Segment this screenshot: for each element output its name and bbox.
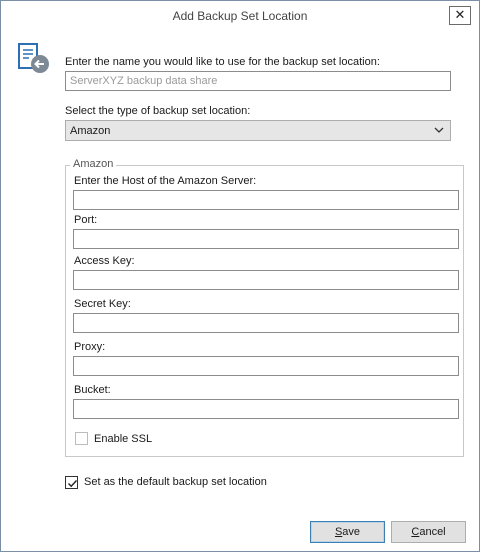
port-input[interactable]	[73, 229, 459, 249]
access-key-input[interactable]	[73, 270, 459, 290]
amazon-group-legend: Amazon	[70, 158, 117, 170]
backup-set-name-input[interactable]	[65, 71, 451, 91]
type-label: Select the type of backup set location:	[65, 105, 251, 117]
checkmark-icon	[68, 480, 78, 488]
cancel-button[interactable]: Cancel	[391, 521, 466, 543]
port-label: Port:	[74, 214, 98, 226]
dialog-title: Add Backup Set Location	[172, 9, 308, 23]
bucket-label: Bucket:	[74, 384, 111, 396]
title-bar[interactable]: Add Backup Set Location ✕	[1, 1, 479, 31]
close-button[interactable]: ✕	[449, 6, 471, 25]
secret-key-label: Secret Key:	[74, 298, 131, 310]
bucket-input[interactable]	[73, 399, 459, 419]
proxy-input[interactable]	[73, 356, 459, 376]
host-input[interactable]	[73, 190, 459, 210]
access-key-label: Access Key:	[74, 255, 135, 267]
host-label: Enter the Host of the Amazon Server:	[74, 175, 257, 187]
secret-key-input[interactable]	[73, 313, 459, 333]
default-location-label: Set as the default backup set location	[84, 476, 267, 488]
name-label: Enter the name you would like to use for…	[65, 56, 380, 68]
enable-ssl-checkbox[interactable]	[75, 432, 88, 445]
proxy-label: Proxy:	[74, 341, 106, 353]
backup-location-icon	[18, 43, 49, 73]
save-button[interactable]: Save	[310, 521, 385, 543]
location-type-value: Amazon	[70, 125, 111, 137]
chevron-down-icon	[434, 127, 444, 133]
enable-ssl-label: Enable SSL	[94, 433, 153, 445]
location-type-select[interactable]: Amazon	[65, 120, 451, 141]
cancel-button-label: ancel	[419, 526, 446, 538]
dialog-window: Add Backup Set Location ✕ Enter the name…	[0, 0, 480, 552]
close-icon: ✕	[454, 7, 466, 22]
default-location-checkbox[interactable]	[65, 476, 78, 489]
save-button-label: ave	[342, 526, 361, 538]
